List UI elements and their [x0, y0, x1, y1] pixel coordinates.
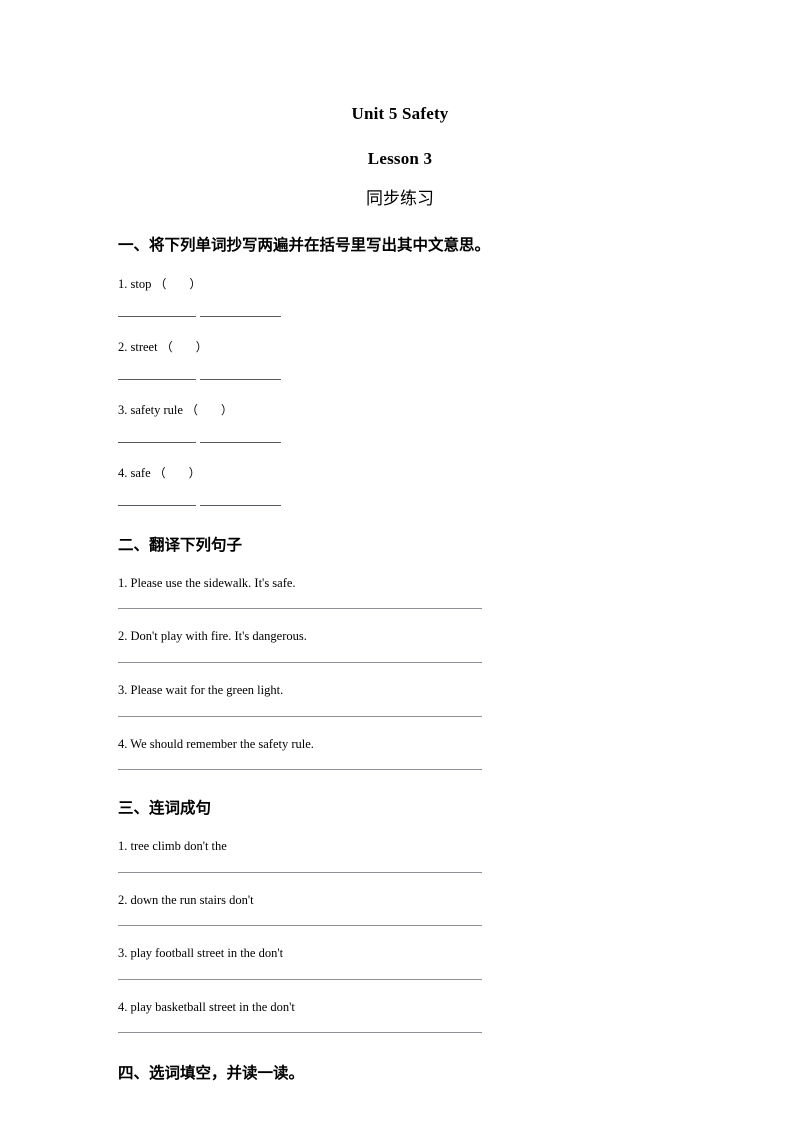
section-heading-1: 一、将下列单词抄写两遍并在括号里写出其中文意思。: [118, 235, 491, 254]
word-item: 3. safety rule （ ）: [118, 403, 740, 418]
word-item-number: 4.: [118, 466, 128, 481]
word-item-number: 3.: [118, 403, 128, 418]
blank-line-pair: [118, 379, 740, 381]
blank-line[interactable]: [200, 379, 281, 381]
title-block: Unit 5 Safety Lesson 3 同步练习: [0, 0, 800, 210]
word-item-parenthesis: （ ）: [186, 403, 233, 418]
unscramble-item: 2. down the run stairs don't: [118, 892, 254, 907]
document-page: Unit 5 Safety Lesson 3 同步练习 一、将下列单词抄写两遍并…: [0, 0, 800, 1131]
word-item: 2. street （ ）: [118, 340, 740, 355]
word-item-number: 1.: [118, 277, 128, 292]
blank-line[interactable]: [118, 442, 196, 444]
answer-line[interactable]: [118, 662, 482, 664]
section-heading-2: 二、翻译下列句子: [118, 536, 243, 555]
word-item-parenthesis: （ ）: [154, 277, 202, 292]
word-item: 1. stop （ ）: [118, 277, 740, 292]
blank-line[interactable]: [118, 505, 196, 507]
answer-line[interactable]: [118, 871, 482, 873]
word-item-word: street: [130, 340, 158, 355]
unscramble-item: 1. tree climb don't the: [118, 838, 227, 853]
word-item-word: safe: [130, 466, 151, 481]
translate-item: 4. We should remember the safety rule.: [118, 736, 314, 751]
section-heading-4: 四、选词填空，并读一读。: [118, 1064, 305, 1083]
blank-line[interactable]: [200, 505, 281, 507]
translate-item: 3. Please wait for the green light.: [118, 683, 284, 698]
answer-line[interactable]: [118, 1032, 482, 1034]
answer-line[interactable]: [118, 769, 482, 771]
page-subtitle-chinese: 同步练习: [366, 189, 434, 210]
answer-line[interactable]: [118, 925, 482, 927]
translate-item: 1. Please use the sidewalk. It's safe.: [118, 575, 296, 590]
word-item: 4. safe （ ）: [118, 466, 740, 481]
unscramble-item: 4. play basketball street in the don't: [118, 999, 295, 1014]
blank-line[interactable]: [118, 379, 196, 381]
blank-line-pair: [118, 505, 740, 507]
translate-item: 2. Don't play with fire. It's dangerous.: [118, 629, 307, 644]
answer-line[interactable]: [118, 978, 482, 980]
unscramble-item: 3. play football street in the don't: [118, 946, 284, 961]
word-item-word: stop: [130, 277, 152, 292]
blank-line[interactable]: [118, 316, 196, 318]
blank-line-pair: [118, 442, 740, 444]
answer-line[interactable]: [118, 608, 482, 610]
word-item-parenthesis: （ ）: [153, 466, 201, 481]
page-subtitle: Lesson 3: [367, 148, 433, 168]
blank-line[interactable]: [200, 316, 281, 318]
word-item-number: 2.: [118, 340, 128, 355]
section-heading-3: 三、连词成句: [118, 799, 212, 818]
blank-line[interactable]: [200, 442, 281, 444]
blank-line-pair: [118, 316, 740, 318]
page-title: Unit 5 Safety: [351, 104, 449, 123]
answer-line[interactable]: [118, 715, 482, 717]
word-item-word: safety rule: [130, 403, 183, 418]
document-content: 一、将下列单词抄写两遍并在括号里写出其中文意思。 1. stop （ ） 2. …: [118, 236, 740, 1083]
word-item-parenthesis: （ ）: [160, 340, 208, 355]
